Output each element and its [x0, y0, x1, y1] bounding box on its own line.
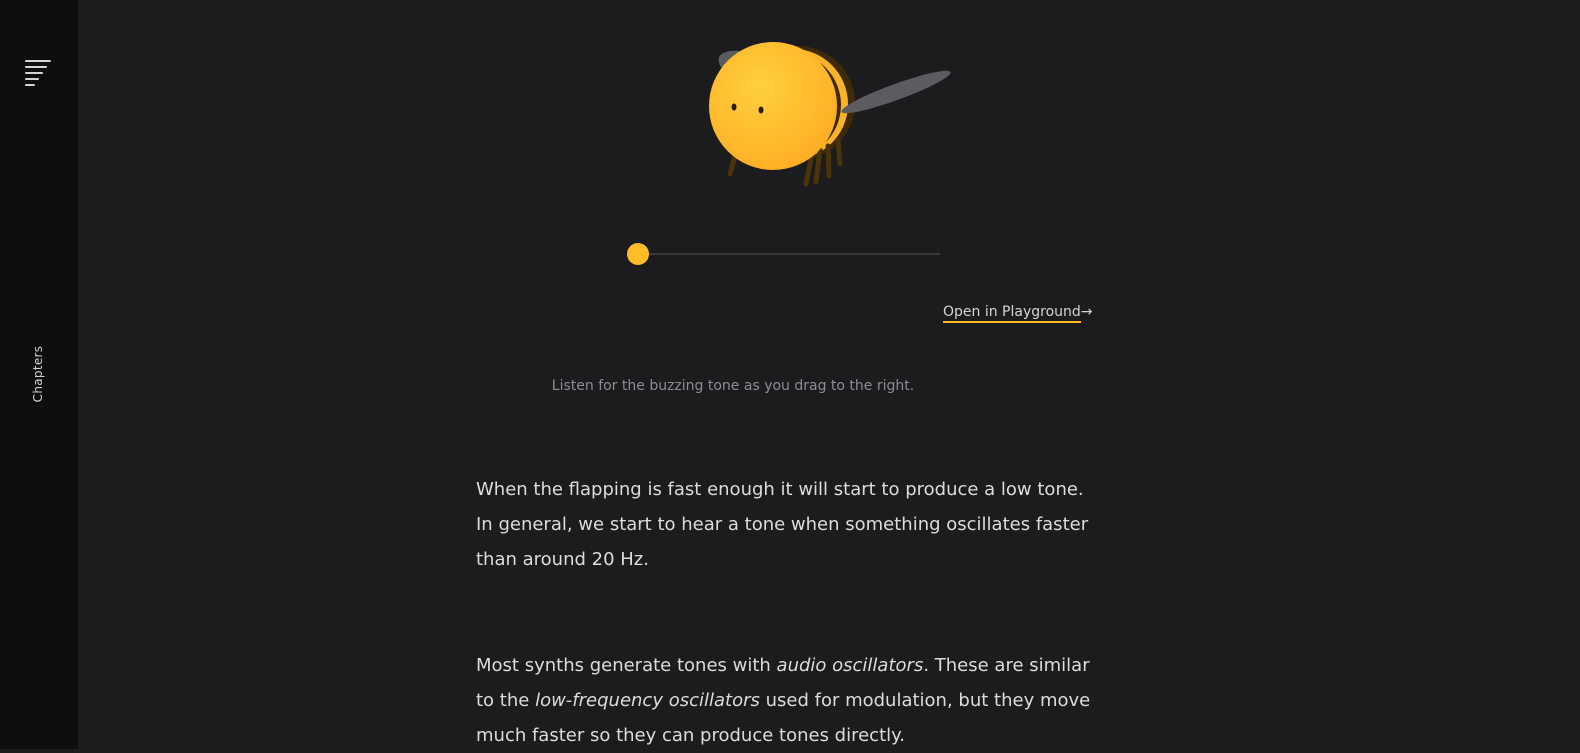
emphasis-low-frequency-oscillators: low-frequency oscillators — [535, 690, 760, 711]
slider-thumb[interactable] — [627, 243, 649, 265]
menu-lines-icon[interactable] — [24, 58, 52, 86]
body-paragraph: Most synths generate tones with audio os… — [476, 648, 1096, 753]
slider-track[interactable] — [638, 253, 940, 255]
playground-link-label[interactable]: Open in Playground — [943, 304, 1081, 323]
main-content: Open in Playground→ Listen for the buzzi… — [78, 0, 1580, 749]
flap-speed-slider[interactable] — [627, 243, 940, 265]
demo-caption: Listen for the buzzing tone as you drag … — [551, 378, 915, 394]
open-in-playground-link[interactable]: Open in Playground→ — [943, 304, 1093, 323]
body-paragraph: When the flapping is fast enough it will… — [476, 479, 1089, 570]
emphasis-audio-oscillators: audio oscillators — [776, 655, 924, 676]
chapters-toggle[interactable]: Chapters — [31, 346, 45, 403]
text-span: Most synths generate tones with — [476, 655, 777, 676]
bee-illustration — [648, 18, 968, 203]
arrow-right-icon: → — [1080, 304, 1093, 320]
sidebar: Chapters — [0, 0, 78, 749]
